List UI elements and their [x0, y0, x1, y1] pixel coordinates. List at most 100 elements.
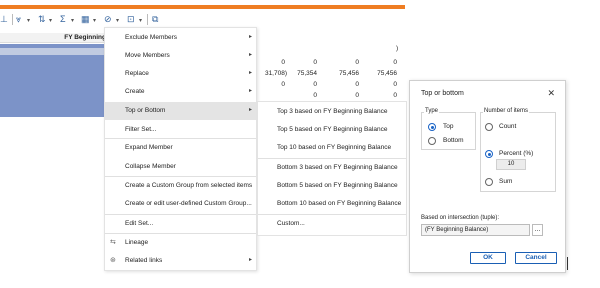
container-icon[interactable]: ⧉	[152, 14, 158, 25]
menu-item-top-or-bottom[interactable]: Top or Bottom ▸	[105, 102, 256, 120]
menu-item-filter-set[interactable]: Filter Set...	[105, 121, 256, 139]
number-of-items-fieldset: Number of items Count Percent (%) 10 Sum	[480, 108, 556, 192]
menu-item-label: Collapse Member	[125, 163, 176, 170]
menu-item-label: Create	[125, 88, 145, 95]
grid-column-header[interactable]: FY Beginning	[0, 33, 110, 43]
type-top-label: Top	[443, 123, 454, 130]
sum-icon[interactable]: Σ	[60, 14, 66, 25]
submenu-item-bottom-10[interactable]: Bottom 10 based on FY Beginning Balance	[258, 195, 406, 213]
submenu-item-top-10[interactable]: Top 10 based on FY Beginning Balance	[258, 139, 406, 157]
chevron-down-icon[interactable]: ▾	[93, 16, 96, 27]
submenu-item-top-5[interactable]: Top 5 based on FY Beginning Balance	[258, 121, 406, 139]
percent-radio[interactable]	[485, 150, 493, 158]
submenu-arrow-icon: ▸	[248, 257, 252, 263]
text-cursor	[567, 257, 568, 270]
menu-item-label: Related links	[125, 257, 163, 264]
cancel-button[interactable]: Cancel	[515, 252, 557, 264]
percent-label: Percent (%)	[499, 150, 534, 157]
toolbar-separator	[12, 14, 13, 25]
type-bottom-label: Bottom	[443, 137, 464, 144]
link-icon: ⊛	[110, 257, 116, 264]
chevron-down-icon[interactable]: ▾	[71, 16, 74, 27]
menu-item-replace[interactable]: Replace ▸	[105, 65, 256, 83]
based-on-label: Based on intersection (tuple):	[421, 215, 500, 221]
submenu-item-bottom-5[interactable]: Bottom 5 based on FY Beginning Balance	[258, 177, 406, 195]
sort-icon[interactable]: ⇅	[38, 14, 46, 25]
sum-label: Sum	[499, 178, 513, 185]
submenu-arrow-icon: ▸	[248, 52, 252, 58]
table-cell: 75,456	[339, 70, 359, 77]
table-cell: 0	[355, 59, 359, 66]
table-cell: 75,354	[297, 70, 317, 77]
menu-item-expand-member[interactable]: Expand Member	[105, 139, 256, 157]
menu-item-create[interactable]: Create ▸	[105, 83, 256, 101]
filter-icon[interactable]: ⩔	[16, 14, 21, 25]
close-icon[interactable]: ✕	[547, 88, 555, 99]
toolbar: ⊥ ⩔ ▾ ⇅ ▾ Σ ▾ ▦ ▾ ⊘ ▾ ⊡ ▾ ⧉	[0, 0, 405, 26]
menu-item-label: Expand Member	[125, 144, 173, 151]
submenu-item-label: Bottom 10 based on FY Beginning Balance	[277, 200, 402, 207]
chevron-down-icon[interactable]: ▾	[139, 16, 142, 27]
submenu-arrow-icon: ▸	[248, 88, 252, 94]
top-or-bottom-dialog: Top or bottom ✕ Type Top Bottom Number o…	[409, 80, 566, 273]
table-cell: 0	[281, 81, 285, 88]
chevron-down-icon[interactable]: ▾	[27, 16, 30, 27]
type-bottom-radio[interactable]	[428, 137, 436, 145]
table-cell: 0	[355, 81, 359, 88]
menu-item-label: Move Members	[125, 52, 170, 59]
chevron-down-icon[interactable]: ▾	[49, 16, 52, 27]
submenu-item-label: Bottom 3 based on FY Beginning Balance	[277, 164, 398, 171]
menu-item-collapse-member[interactable]: Collapse Member	[105, 158, 256, 176]
menu-item-label: Edit Set...	[125, 220, 154, 227]
browse-tuple-button[interactable]: ...	[532, 224, 543, 236]
dialog-title: Top or bottom	[421, 90, 464, 97]
type-top-radio[interactable]	[428, 123, 436, 131]
hierarchy-icon[interactable]: ⊥	[0, 14, 8, 25]
ok-button[interactable]: OK	[470, 252, 506, 264]
menu-item-edit-set[interactable]: Edit Set...	[105, 215, 256, 233]
menu-item-related-links[interactable]: ⊛ Related links ▸	[105, 252, 256, 270]
compass-icon[interactable]: ⊘	[104, 14, 112, 25]
sum-radio[interactable]	[485, 178, 493, 186]
based-on-field[interactable]: (FY Beginning Balance)	[421, 224, 530, 236]
submenu-item-label: Top 3 based on FY Beginning Balance	[277, 108, 388, 115]
submenu-item-label: Top 5 based on FY Beginning Balance	[277, 126, 388, 133]
submenu-arrow-icon: ▸	[248, 107, 252, 113]
submenu-item-custom[interactable]: Custom...	[258, 215, 406, 233]
menu-item-create-custom-group[interactable]: Create a Custom Group from selected item…	[105, 177, 256, 195]
table-cell: 0	[313, 92, 317, 99]
table-cell: 0	[355, 92, 359, 99]
table-row[interactable]: 31,708) 75,354 75,456 75,456	[255, 68, 403, 79]
count-radio[interactable]	[485, 123, 493, 131]
chevron-down-icon[interactable]: ▾	[116, 16, 119, 27]
accent-bar	[0, 5, 405, 9]
table-row[interactable]: 3 0 0 0	[245, 90, 403, 101]
toolbar-separator	[147, 14, 148, 25]
menu-item-label: Filter Set...	[125, 126, 157, 133]
chart-icon[interactable]: ⊡	[127, 14, 135, 25]
submenu-arrow-icon: ▸	[248, 34, 252, 40]
menu-item-lineage[interactable]: ⇆ Lineage	[105, 234, 256, 252]
layout-icon[interactable]: ▦	[81, 14, 90, 25]
menu-item-label: Lineage	[125, 239, 149, 246]
type-fieldset: Type Top Bottom	[421, 108, 476, 150]
menu-item-label: Top or Bottom	[125, 107, 166, 114]
submenu-item-bottom-3[interactable]: Bottom 3 based on FY Beginning Balance	[258, 159, 406, 177]
selected-cells[interactable]	[0, 44, 107, 117]
menu-item-edit-custom-group[interactable]: Create or edit user-defined Custom Group…	[105, 195, 256, 213]
selection-highlight	[0, 48, 107, 55]
column-header-label: FY Beginning	[64, 34, 106, 41]
type-legend: Type	[424, 108, 440, 114]
menu-item-label: Replace	[125, 70, 149, 77]
submenu-arrow-icon: ▸	[248, 70, 252, 76]
menu-item-move-members[interactable]: Move Members ▸	[105, 47, 256, 65]
table-row[interactable]: 0 0 0 0	[255, 57, 403, 68]
menu-item-exclude-members[interactable]: Exclude Members ▸	[105, 29, 256, 47]
number-legend: Number of items	[483, 108, 530, 114]
menu-item-label: Exclude Members	[125, 34, 178, 41]
table-cell: 0	[313, 59, 317, 66]
count-label: Count	[499, 123, 517, 130]
submenu-item-top-3[interactable]: Top 3 based on FY Beginning Balance	[258, 103, 406, 121]
table-row[interactable]: 0 0 0 0	[255, 79, 403, 90]
percent-input[interactable]: 10	[496, 159, 526, 170]
